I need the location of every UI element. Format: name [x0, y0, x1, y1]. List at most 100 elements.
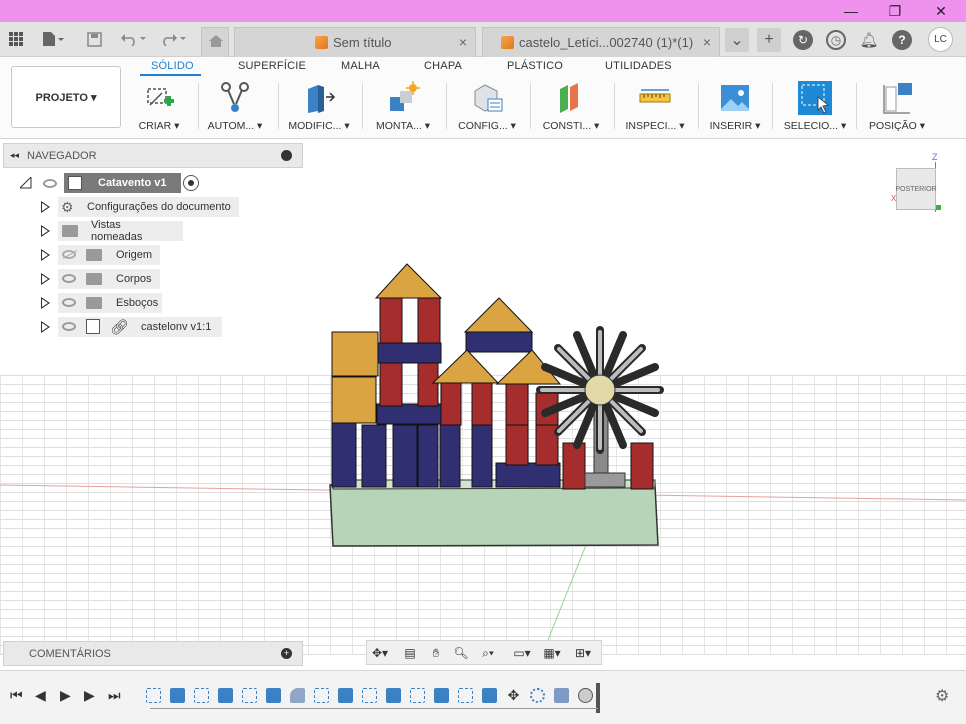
close-tab-icon[interactable]: ×: [459, 34, 467, 50]
go-to-end-icon[interactable]: ⏭: [108, 687, 121, 704]
inserir-tool[interactable]: INSERIR ▾: [700, 79, 770, 135]
timeline-extrude-icon[interactable]: [434, 688, 449, 703]
tab-chapa[interactable]: CHAPA: [424, 60, 462, 72]
comments-panel[interactable]: COMENTÁRIOS +: [3, 641, 303, 666]
visibility-eye-icon[interactable]: [62, 322, 76, 331]
criar-tool[interactable]: CRIAR ▾: [124, 79, 194, 135]
root-expand-icon[interactable]: [18, 175, 32, 189]
step-forward-icon[interactable]: ▶︎: [84, 687, 95, 704]
tab-castelo[interactable]: castelo_Letíci...002740 (1)*(1) ×: [482, 27, 720, 57]
expand-arrow-icon[interactable]: [41, 201, 50, 213]
construct-icon: [560, 83, 578, 113]
job-status-clock-icon[interactable]: ◷: [826, 30, 846, 50]
viewports-icon[interactable]: ⊞▾: [574, 645, 592, 661]
tree-item-origem[interactable]: Origem: [58, 245, 160, 265]
undo-icon[interactable]: [118, 28, 148, 50]
timeline-sketch-icon[interactable]: [242, 688, 257, 703]
selecionar-tool[interactable]: SELECIO... ▾: [780, 79, 850, 135]
expand-arrow-icon[interactable]: [41, 321, 50, 333]
navigator-header: ◂◂ NAVEGADOR: [3, 143, 303, 168]
extensions-icon[interactable]: ↻: [793, 30, 813, 50]
timeline-extrude-icon[interactable]: [170, 688, 185, 703]
new-tab-plus-icon[interactable]: +: [757, 28, 781, 52]
tree-item-corpos[interactable]: Corpos: [58, 269, 160, 289]
timeline-extrude-icon[interactable]: [266, 688, 281, 703]
configurar-tool[interactable]: CONFIG... ▾: [452, 79, 522, 135]
save-icon[interactable]: [84, 28, 104, 50]
timeline-sketch-icon[interactable]: [146, 688, 161, 703]
look-at-icon[interactable]: ▤: [401, 645, 419, 661]
fit-zoom-icon[interactable]: ⌕▾: [479, 645, 497, 661]
posicao-tool[interactable]: POSIÇÃO ▾: [862, 79, 932, 135]
pan-hand-icon[interactable]: ✋︎: [427, 645, 445, 661]
tab-superficie[interactable]: SUPERFÍCIE: [238, 60, 306, 72]
go-to-start-icon[interactable]: ⏮: [10, 687, 23, 704]
expand-arrow-icon[interactable]: [41, 225, 50, 237]
timeline-move-icon[interactable]: ✥: [506, 688, 521, 703]
expand-arrow-icon[interactable]: [41, 249, 50, 261]
timeline-sketch-icon[interactable]: [314, 688, 329, 703]
projeto-button[interactable]: PROJETO ▾: [11, 66, 121, 128]
tab-malha[interactable]: MALHA: [341, 60, 380, 72]
redo-icon[interactable]: [158, 28, 188, 50]
z-axis-label: Z: [932, 152, 938, 162]
montar-tool[interactable]: MONTA... ▾: [368, 79, 438, 135]
display-settings-icon[interactable]: ▭▾: [513, 645, 531, 661]
collapse-panel-icon[interactable]: ◂◂: [10, 150, 19, 161]
maximize-button[interactable]: ❐: [872, 0, 918, 22]
construir-tool[interactable]: CONSTI... ▾: [536, 79, 606, 135]
timeline-pattern-icon[interactable]: [530, 688, 545, 703]
visibility-eye-icon[interactable]: [62, 274, 76, 283]
folder-icon: [86, 273, 102, 285]
view-cube[interactable]: POSTERIOR: [895, 168, 937, 210]
timeline-extrude-icon[interactable]: [482, 688, 497, 703]
tree-item-castelonv[interactable]: 🔗︎ castelonv v1:1: [58, 317, 222, 337]
base-plate: [329, 484, 659, 547]
modificar-tool[interactable]: MODIFIC... ▾: [284, 79, 354, 135]
root-component-catavento[interactable]: Catavento v1: [64, 173, 181, 193]
notifications-bell-icon[interactable]: 🔔︎: [859, 30, 879, 50]
tree-item-vistas-nomeadas[interactable]: Vistas nomeadas: [58, 219, 183, 243]
file-menu-icon[interactable]: [38, 28, 68, 50]
tab-solido[interactable]: SÓLIDO: [151, 60, 194, 72]
timeline-extrude-icon[interactable]: [386, 688, 401, 703]
tree-item-esbocos[interactable]: Esboços: [58, 293, 162, 313]
activate-radio-icon[interactable]: [183, 175, 199, 191]
visibility-eye-icon[interactable]: [43, 179, 57, 188]
tree-item-configuracoes[interactable]: ⚙ Configurações do documento: [58, 197, 239, 217]
expand-arrow-icon[interactable]: [41, 273, 50, 285]
timeline-revolve-icon[interactable]: [290, 688, 305, 703]
automatizar-tool[interactable]: AUTOM... ▾: [200, 79, 270, 135]
tab-utilidades[interactable]: UTILIDADES: [605, 60, 672, 72]
timeline-sketch-icon[interactable]: [410, 688, 425, 703]
timeline-sketch-icon[interactable]: [362, 688, 377, 703]
timeline-sketch-icon[interactable]: [194, 688, 209, 703]
timeline-extrude-icon[interactable]: [218, 688, 233, 703]
tab-list-chevron-icon[interactable]: ⌄: [725, 28, 749, 52]
grid-settings-icon[interactable]: ▦▾: [543, 645, 561, 661]
orbit-icon[interactable]: ✥▾: [371, 645, 389, 661]
step-back-icon[interactable]: ◀︎: [35, 687, 46, 704]
tab-sem-titulo[interactable]: Sem título ×: [234, 27, 476, 57]
add-comment-icon[interactable]: +: [281, 648, 292, 659]
close-tab-icon[interactable]: ×: [703, 34, 711, 50]
zoom-icon[interactable]: 🔍︎: [452, 645, 470, 661]
inspecionar-tool[interactable]: INSPECI... ▾: [620, 79, 690, 135]
minimize-panel-icon[interactable]: [281, 150, 292, 161]
timeline-joint-icon[interactable]: [578, 688, 593, 703]
tab-plastico[interactable]: PLÁSTICO: [507, 60, 563, 72]
timeline-settings-gear-icon[interactable]: ⚙: [935, 686, 949, 706]
timeline-combine-icon[interactable]: [554, 688, 569, 703]
minimize-button[interactable]: —: [828, 0, 874, 22]
timeline-extrude-icon[interactable]: [338, 688, 353, 703]
help-icon[interactable]: ?: [892, 30, 912, 50]
modify-icon: [308, 85, 336, 113]
timeline-sketch-icon[interactable]: [458, 688, 473, 703]
close-window-button[interactable]: ✕: [918, 0, 964, 22]
apps-grid-icon[interactable]: [6, 28, 26, 50]
avatar[interactable]: LC: [928, 27, 953, 52]
visibility-eye-icon[interactable]: [62, 298, 76, 307]
expand-arrow-icon[interactable]: [41, 297, 50, 309]
play-icon[interactable]: ▶︎: [60, 687, 71, 704]
home-tab[interactable]: [201, 27, 229, 57]
